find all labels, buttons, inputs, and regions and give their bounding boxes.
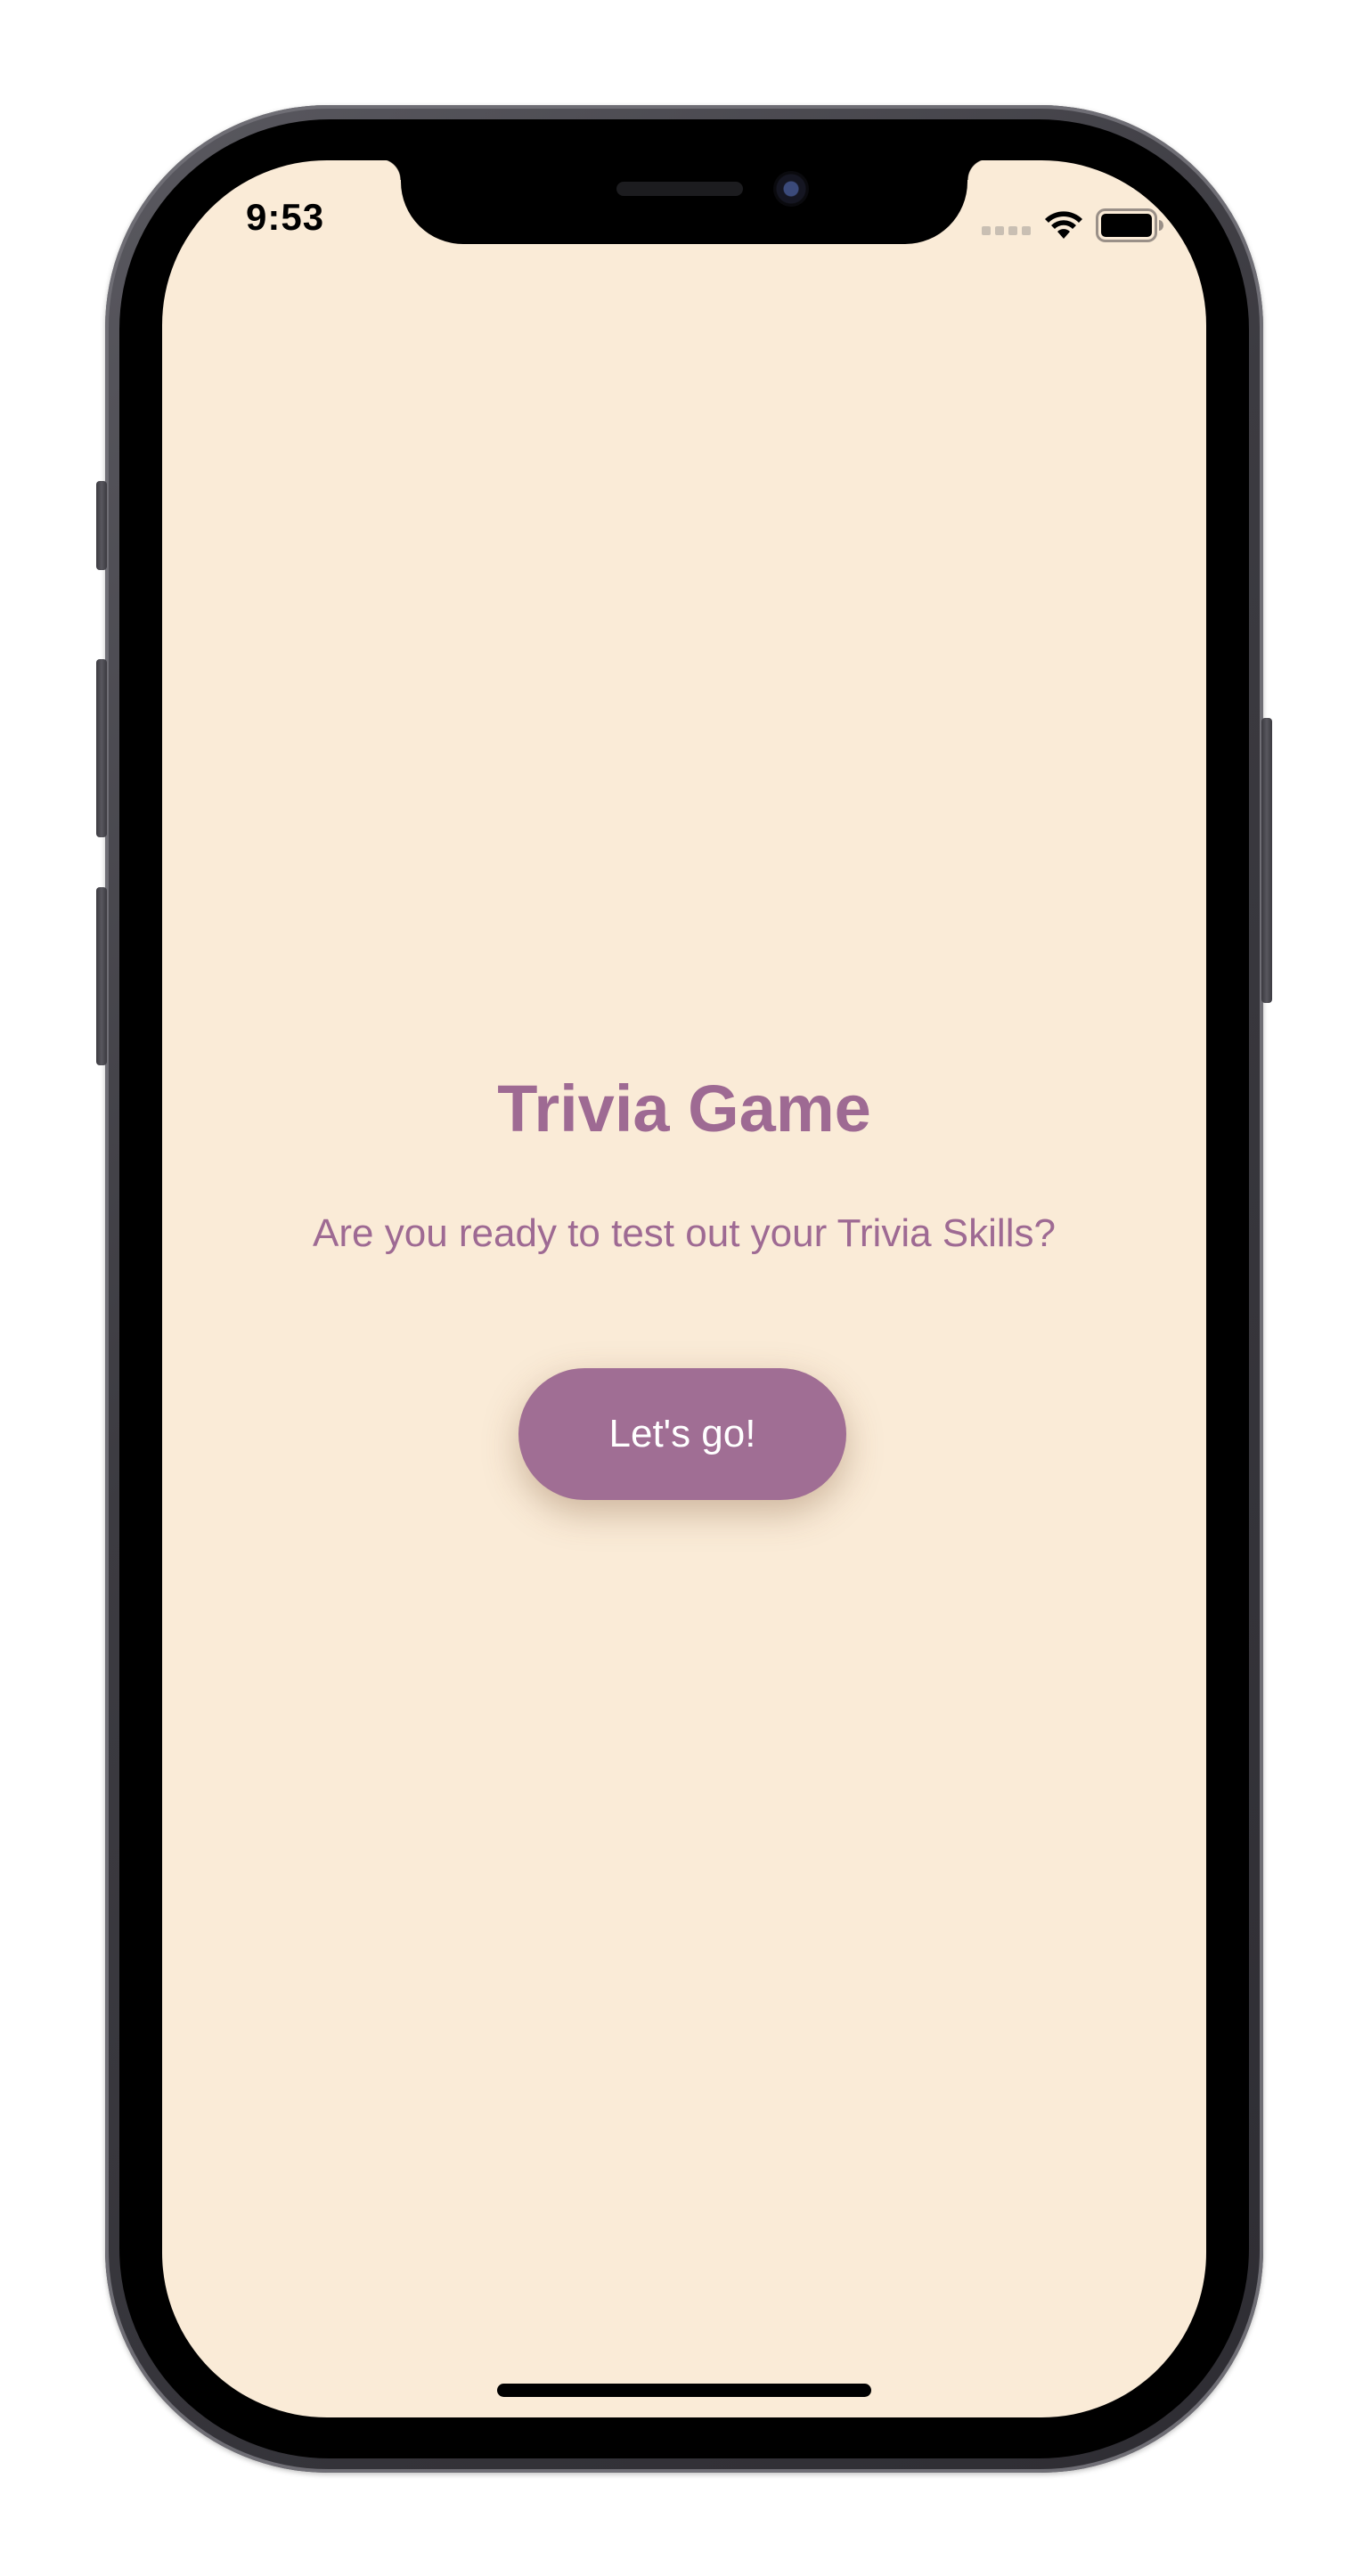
notch — [380, 160, 989, 244]
wifi-icon — [1045, 211, 1082, 239]
page-subtitle: Are you ready to test out your Trivia Sk… — [313, 1211, 1056, 1255]
page-title: Trivia Game — [497, 1072, 871, 1145]
volume-down-button — [96, 887, 107, 1065]
battery-icon — [1096, 208, 1163, 242]
home-indicator[interactable] — [497, 2384, 871, 2397]
front-camera — [773, 171, 809, 207]
status-time: 9:53 — [246, 196, 325, 238]
volume-up-button — [96, 659, 107, 837]
power-button — [1261, 718, 1272, 1003]
status-icons — [982, 205, 1163, 242]
earpiece-speaker — [616, 182, 743, 196]
app-screen: 9:53 Trivia Game Are you ready to test o… — [162, 160, 1206, 2417]
silent-switch — [96, 481, 107, 570]
start-game-button[interactable]: Let's go! — [518, 1368, 846, 1500]
cellular-signal-icon — [982, 226, 1031, 235]
